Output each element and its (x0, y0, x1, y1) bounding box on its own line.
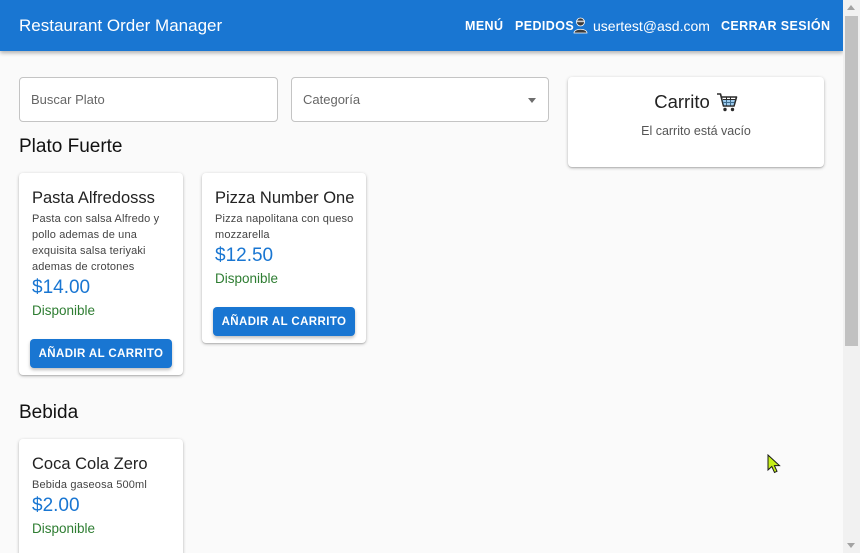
mouse-cursor-icon (767, 454, 781, 474)
add-to-cart-button[interactable]: AÑADIR AL CARRITO (213, 307, 355, 336)
item-price: $12.50 (215, 245, 274, 266)
item-status: Disponible (215, 271, 279, 286)
cart-title: Carrito (654, 91, 710, 112)
shopping-cart-icon (716, 93, 738, 112)
app-title: Restaurant Order Manager (19, 16, 223, 35)
menu-item-card: Pizza Number One Pizza napolitana con qu… (202, 173, 366, 343)
menu-item-card: Pasta Alfredosss Pasta con salsa Alfredo… (19, 173, 183, 375)
app-bar: Restaurant Order Manager MENÚ PEDIDOS us… (0, 0, 843, 51)
scroll-thumb[interactable] (845, 16, 858, 346)
user-email: usertest@asd.com (593, 17, 710, 34)
dropdown-arrow-icon (528, 98, 536, 103)
item-name: Pizza Number One (215, 189, 355, 207)
item-name: Pasta Alfredosss (32, 189, 155, 207)
item-price: $2.00 (32, 495, 80, 516)
menu-item-card: Coca Cola Zero Bebida gaseosa 500ml $2.0… (19, 439, 183, 553)
item-price: $14.00 (32, 277, 91, 298)
item-description: Bebida gaseosa 500ml (32, 479, 147, 491)
scroll-up-arrow-icon[interactable] (847, 5, 855, 10)
category-label: Categoría (303, 92, 361, 107)
section-title-drinks: Bebida (19, 402, 79, 423)
item-status: Disponible (32, 303, 96, 318)
scroll-down-arrow-icon[interactable] (847, 543, 855, 548)
search-input[interactable] (20, 78, 277, 121)
category-select[interactable]: Categoría (291, 77, 549, 122)
item-name: Coca Cola Zero (32, 455, 148, 473)
nav-orders-link[interactable]: PEDIDOS (515, 0, 574, 51)
page-scrollbar[interactable] (843, 0, 860, 553)
item-status: Disponible (32, 521, 96, 536)
cart-panel: Carrito El carrito está vacío (568, 77, 824, 167)
logout-button[interactable]: CERRAR SESIÓN (721, 0, 830, 51)
nav-menu-link[interactable]: MENÚ (465, 0, 503, 51)
item-description: Pizza napolitana con queso mozzarella (215, 213, 354, 241)
user-icon (573, 17, 588, 34)
search-field (19, 77, 278, 122)
cart-empty-message: El carrito está vacío (641, 124, 751, 138)
cart-header: Carrito (568, 91, 824, 113)
add-to-cart-button[interactable]: AÑADIR AL CARRITO (30, 339, 172, 368)
user-account: usertest@asd.com (573, 0, 710, 51)
item-description: Pasta con salsa Alfredo y pollo ademas d… (32, 213, 160, 273)
section-title-main-dish: Plato Fuerte (19, 136, 123, 157)
